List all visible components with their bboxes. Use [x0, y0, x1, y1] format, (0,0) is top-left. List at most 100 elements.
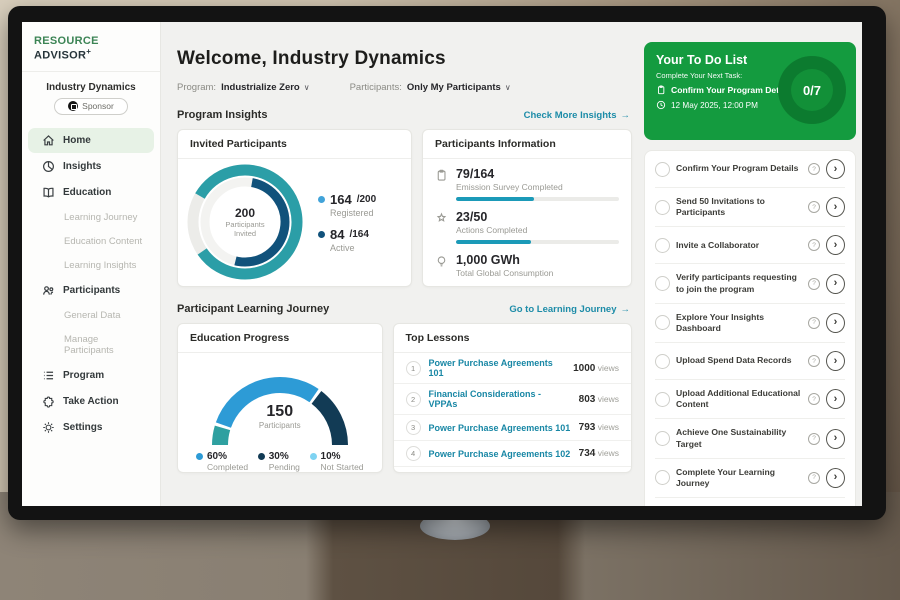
sidebar-item-education-content[interactable]: Education Content	[28, 230, 154, 253]
lesson-row: 4 Power Purchase Agreements 102 734 view…	[394, 441, 631, 467]
gauge-legend-item: 10% Not Started	[310, 451, 364, 472]
lesson-link[interactable]: Power Purchase Agreements 101	[429, 358, 566, 378]
lesson-rank: 3	[406, 420, 421, 435]
top-lessons-card: Top Lessons 1 Power Purchase Agreements …	[393, 323, 632, 473]
take-action-icon	[42, 395, 55, 408]
participants-icon	[42, 284, 55, 297]
settings-icon	[42, 421, 55, 434]
legend-dot	[196, 453, 203, 460]
lesson-rank: 5	[406, 472, 421, 473]
sidebar-item-label: Take Action	[63, 396, 119, 407]
task-chevron-button[interactable]: ›	[826, 313, 845, 333]
sidebar-item-settings[interactable]: Settings	[28, 415, 154, 440]
collapse-tasks-link[interactable]: Collapse Tasks ∧	[655, 498, 845, 506]
task-chevron-button[interactable]: ›	[826, 274, 845, 294]
todo-task-row: Complete Your Learning Journey ? ›	[655, 459, 845, 498]
sidebar-nav: Home Insights Education Learning Journey…	[22, 125, 160, 449]
participants-filter[interactable]: Participants:Only My Participants∨	[350, 82, 511, 93]
task-label: Complete Your Learning Journey	[676, 467, 802, 489]
task-checkbox[interactable]	[655, 162, 670, 177]
right-column: Your To Do List Complete Your Next Task:…	[642, 22, 862, 506]
chevron-down-icon: ∨	[304, 83, 310, 92]
task-chevron-button[interactable]: ›	[826, 351, 845, 371]
chevron-right-icon: ›	[834, 201, 838, 213]
task-chevron-button[interactable]: ›	[826, 197, 845, 217]
sidebar-item-program[interactable]: Program	[28, 363, 154, 388]
sidebar-item-label: Home	[63, 135, 91, 146]
lesson-row: 1 Power Purchase Agreements 101 1000 vie…	[394, 353, 631, 384]
survey-icon	[435, 169, 448, 182]
task-chevron-button[interactable]: ›	[826, 389, 845, 409]
task-checkbox[interactable]	[655, 315, 670, 330]
todo-task-row: Send 50 Invitations to Participants ? ›	[655, 188, 845, 227]
gauge-legend-item: 30% Pending	[258, 451, 300, 472]
sidebar-item-home[interactable]: Home	[28, 128, 154, 153]
go-to-learning-journey-link[interactable]: Go to Learning Journey→	[509, 304, 630, 315]
task-checkbox[interactable]	[655, 200, 670, 215]
organization-name: Industry Dynamics	[22, 82, 160, 93]
task-checkbox[interactable]	[655, 470, 670, 485]
sidebar-item-manage-participants[interactable]: Manage Participants	[28, 328, 154, 362]
sidebar-item-learning-insights[interactable]: Learning Insights	[28, 254, 154, 277]
task-chevron-button[interactable]: ›	[826, 235, 845, 255]
insights-icon	[42, 160, 55, 173]
info-icon: ?	[808, 472, 820, 484]
sponsor-badge: Sponsor	[54, 98, 128, 115]
lesson-link[interactable]: Power Purchase Agreements 101	[429, 423, 571, 433]
sidebar-item-participants[interactable]: Participants	[28, 278, 154, 303]
todo-task-row: Invite a Collaborator ? ›	[655, 227, 845, 264]
donut-center-label: Participants Invited	[217, 220, 273, 239]
stat-progress-bar	[456, 240, 619, 244]
chevron-right-icon: ›	[834, 393, 838, 405]
stat-row: 79/164 Emission Survey Completed	[435, 167, 619, 201]
todo-progress-count: 0/7	[803, 83, 821, 98]
invited-participants-card: Invited Participants 200 Participants In…	[177, 129, 412, 287]
clock-icon	[656, 100, 666, 110]
legend-dot	[318, 231, 325, 238]
task-label: Achieve One Sustainability Target	[676, 427, 802, 449]
chevron-down-icon: ∨	[505, 83, 511, 92]
sidebar-item-education[interactable]: Education	[28, 180, 154, 205]
todo-task-row: Verify participants requesting to join t…	[655, 264, 845, 303]
task-checkbox[interactable]	[655, 354, 670, 369]
stat-label: Actions Completed	[456, 225, 619, 235]
lesson-link[interactable]: Financial Considerations - VPPAs	[429, 389, 571, 409]
check-more-insights-link[interactable]: Check More Insights→	[524, 110, 630, 121]
program-filter[interactable]: Program:Industrialize Zero∨	[177, 82, 310, 93]
task-chevron-button[interactable]: ›	[826, 429, 845, 449]
sidebar-item-insights[interactable]: Insights	[28, 154, 154, 179]
gauge-legend: 60% Completed 30% Pending 10% Not Starte…	[186, 447, 374, 472]
task-checkbox[interactable]	[655, 276, 670, 291]
todo-task-row: Confirm Your Program Details ? ›	[655, 151, 845, 188]
sidebar-item-learning-journey[interactable]: Learning Journey	[28, 206, 154, 229]
task-checkbox[interactable]	[655, 431, 670, 446]
legend-dot	[310, 453, 317, 460]
sidebar-item-general-data[interactable]: General Data	[28, 304, 154, 327]
info-icon: ?	[808, 278, 820, 290]
invited-card-title: Invited Participants	[178, 130, 411, 159]
task-chevron-button[interactable]: ›	[826, 468, 845, 488]
lesson-row: 2 Financial Considerations - VPPAs 803 v…	[394, 384, 631, 415]
invited-donut-chart: 200 Participants Invited	[186, 163, 304, 281]
todo-task-row: Upload Spend Data Records ? ›	[655, 343, 845, 380]
gauge-center-value: 150	[195, 403, 365, 421]
lesson-link[interactable]: Power Purchase Agreements 102	[429, 449, 571, 459]
info-icon: ?	[808, 239, 820, 251]
task-checkbox[interactable]	[655, 238, 670, 253]
learning-journey-title: Participant Learning Journey	[177, 303, 329, 315]
task-checkbox[interactable]	[655, 392, 670, 407]
arrow-right-icon: →	[621, 110, 631, 121]
program-insights-title: Program Insights	[177, 109, 267, 121]
todo-summary-card: Your To Do List Complete Your Next Task:…	[644, 42, 856, 140]
donut-center-value: 200	[235, 206, 255, 220]
app-logo: RESOURCE ADVISOR+	[22, 22, 160, 72]
arrow-right-icon: →	[621, 304, 631, 315]
task-chevron-button[interactable]: ›	[826, 159, 845, 179]
clipboard-icon	[656, 85, 666, 95]
info-icon: ?	[808, 433, 820, 445]
sidebar-item-take-action[interactable]: Take Action	[28, 389, 154, 414]
lesson-row: 3 Power Purchase Agreements 101 793 view…	[394, 415, 631, 441]
lesson-views: 734 views	[579, 448, 619, 459]
lesson-row: 5 Power Purchase Agreements 103 600 view…	[394, 467, 631, 473]
task-label: Confirm Your Program Details	[676, 163, 802, 174]
